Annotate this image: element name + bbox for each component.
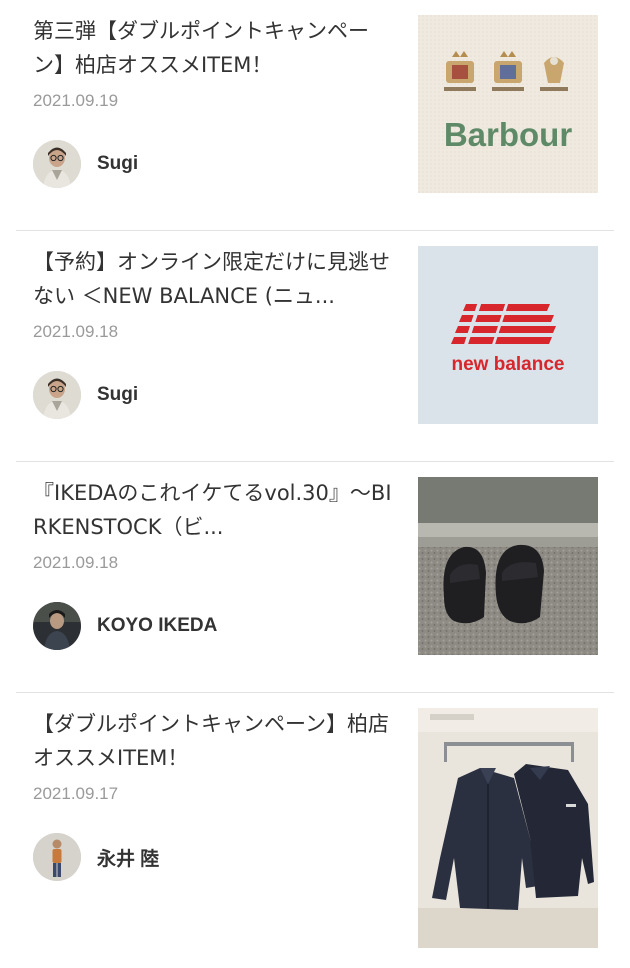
author-row[interactable]: Sugi bbox=[33, 139, 138, 189]
author-avatar bbox=[33, 140, 81, 188]
author-name: Sugi bbox=[97, 384, 139, 405]
author-row[interactable]: Sugi bbox=[33, 370, 138, 420]
author-name: KOYO IKEDA bbox=[97, 615, 218, 636]
article-card[interactable]: 【予約】オンライン限定だけに見逃せない ＜NEW BALANCE (ニュ... … bbox=[0, 231, 630, 462]
author-name: Sugi bbox=[97, 153, 139, 174]
article-thumbnail[interactable]: Barbour bbox=[418, 15, 598, 193]
article-card[interactable]: 第三弾【ダブルポイントキャンペーン】柏店オススメITEM！ 2021.09.19… bbox=[0, 0, 630, 231]
article-title[interactable]: 『IKEDAのこれイケてるvol.30』〜BIRKENSTOCK（ビ... bbox=[33, 476, 399, 544]
article-text: 【予約】オンライン限定だけに見逃せない ＜NEW BALANCE (ニュ... … bbox=[33, 245, 399, 343]
article-text: 『IKEDAのこれイケてるvol.30』〜BIRKENSTOCK（ビ... 20… bbox=[33, 476, 399, 574]
author-name: 永井 陸 bbox=[97, 848, 160, 870]
article-feed: 第三弾【ダブルポイントキャンペーン】柏店オススメITEM！ 2021.09.19… bbox=[0, 0, 630, 968]
article-text: 第三弾【ダブルポイントキャンペーン】柏店オススメITEM！ 2021.09.19 bbox=[33, 14, 399, 112]
author-avatar bbox=[33, 371, 81, 419]
article-date: 2021.09.17 bbox=[33, 784, 119, 803]
author-avatar bbox=[33, 833, 81, 881]
author-avatar bbox=[33, 602, 81, 650]
article-title[interactable]: 【予約】オンライン限定だけに見逃せない ＜NEW BALANCE (ニュ... bbox=[33, 245, 399, 313]
article-thumbnail[interactable] bbox=[418, 708, 598, 948]
article-date: 2021.09.18 bbox=[33, 553, 119, 572]
brand-logo-text: new balance bbox=[452, 354, 565, 375]
article-thumbnail[interactable]: new balance bbox=[418, 246, 598, 424]
article-date: 2021.09.18 bbox=[33, 322, 119, 341]
article-thumbnail[interactable] bbox=[418, 477, 598, 655]
author-row[interactable]: 永井 陸 bbox=[33, 832, 159, 882]
author-row[interactable]: KOYO IKEDA bbox=[33, 601, 217, 651]
article-card[interactable]: 『IKEDAのこれイケてるvol.30』〜BIRKENSTOCK（ビ... 20… bbox=[0, 462, 630, 693]
brand-logo-text: Barbour bbox=[444, 116, 573, 153]
article-title[interactable]: 第三弾【ダブルポイントキャンペーン】柏店オススメITEM！ bbox=[33, 14, 399, 82]
article-date: 2021.09.19 bbox=[33, 91, 119, 110]
article-title[interactable]: 【ダブルポイントキャンペーン】柏店オススメITEM！ bbox=[33, 707, 399, 775]
article-card[interactable]: 【ダブルポイントキャンペーン】柏店オススメITEM！ 2021.09.17 永井… bbox=[0, 693, 630, 968]
article-text: 【ダブルポイントキャンペーン】柏店オススメITEM！ 2021.09.17 bbox=[33, 707, 399, 805]
